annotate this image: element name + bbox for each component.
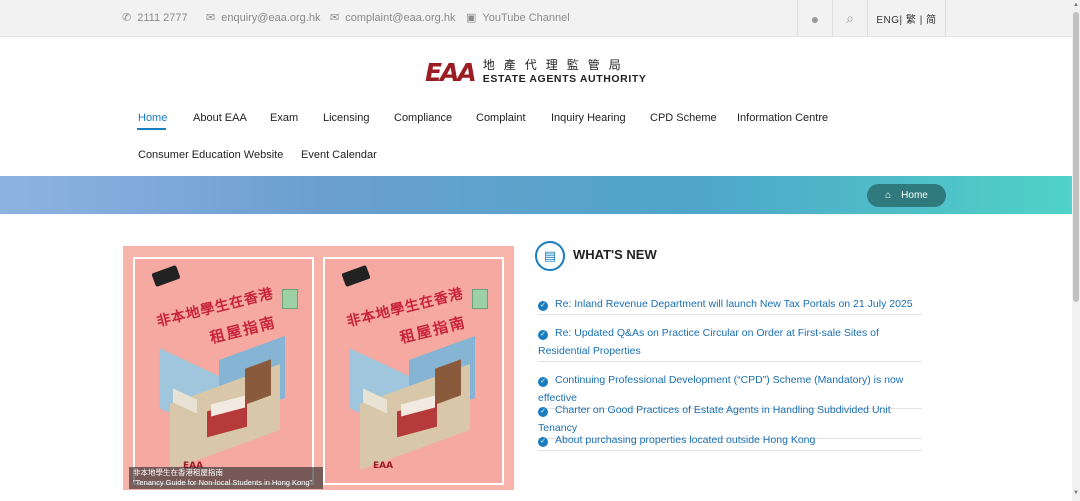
scroll-down-arrow-icon[interactable]: ▼ (1072, 490, 1080, 496)
active-nav-indicator (137, 128, 166, 130)
user-icon: ● (810, 10, 820, 27)
envelope-icon: ✉ (330, 12, 340, 24)
youtube-icon: ▣ (466, 12, 477, 24)
news-link[interactable]: About purchasing properties located outs… (555, 434, 815, 446)
complaint-email: complaint@eaa.org.hk (345, 11, 456, 24)
top-bar: ✆ 2111 2777 ✉ enquiry@eaa.org.hk ✉ compl… (0, 0, 1072, 37)
guide-poster-right: 非本地學生在香港 租屋指南 EAA (323, 257, 504, 485)
news-link[interactable]: Charter on Good Practices of Estate Agen… (538, 404, 891, 434)
caption-english: "Tenancy Guide for Non-local Students in… (133, 478, 313, 487)
scrollbar-thumb[interactable] (1073, 12, 1079, 302)
logo-text: 地產代理監管局 ESTATE AGENTS AUTHORITY (482, 58, 647, 86)
phone-number: 2111 2777 (137, 11, 188, 24)
user-button[interactable]: ● (797, 0, 832, 37)
news-item[interactable]: ✓ Re: Updated Q&As on Practice Circular o… (538, 324, 922, 362)
nav-home[interactable]: Home (138, 112, 167, 124)
check-circle-icon: ✓ (538, 301, 548, 311)
poster-logo: EAA (373, 461, 394, 471)
breadcrumb[interactable]: ⌂ Home (867, 184, 946, 207)
site-logo[interactable]: EAA 地產代理監管局 ESTATE AGENTS AUTHORITY (425, 57, 647, 87)
nav-consumer-education[interactable]: Consumer Education Website (138, 149, 283, 161)
complaint-email-link[interactable]: ✉ complaint@eaa.org.hk (330, 11, 456, 25)
check-circle-icon: ✓ (538, 407, 548, 417)
nav-exam[interactable]: Exam (270, 112, 298, 124)
home-icon: ⌂ (885, 190, 892, 201)
check-circle-icon: ✓ (538, 330, 548, 340)
check-circle-icon: ✓ (538, 377, 548, 387)
news-link[interactable]: Re: Inland Revenue Department will launc… (555, 298, 913, 310)
nav-inquiry-hearing[interactable]: Inquiry Hearing (551, 112, 626, 124)
check-circle-icon: ✓ (538, 437, 548, 447)
nav-licensing[interactable]: Licensing (323, 112, 369, 124)
nav-cpd-scheme[interactable]: CPD Scheme (650, 112, 717, 124)
graduation-cap-icon (341, 264, 371, 288)
phone-contact[interactable]: ✆ 2111 2777 (122, 11, 188, 25)
breadcrumb-home: Home (901, 190, 928, 201)
guide-poster-left: 非本地學生在香港 租屋指南 EAA (133, 257, 314, 485)
logo-english-name: ESTATE AGENTS AUTHORITY (482, 73, 647, 85)
phone-icon: ✆ (122, 12, 132, 24)
scroll-up-arrow-icon[interactable]: ▲ (1072, 2, 1080, 8)
search-icon: ⌕ (846, 10, 854, 26)
news-link[interactable]: Re: Updated Q&As on Practice Circular on… (538, 327, 879, 357)
feature-image[interactable]: 非本地學生在香港 租屋指南 EAA 非本地學生在香港 租屋指南 EAA (123, 246, 514, 490)
logo-chinese-name: 地產代理監管局 (482, 58, 630, 72)
nav-event-calendar[interactable]: Event Calendar (301, 149, 377, 161)
youtube-link[interactable]: ▣ YouTube Channel (466, 11, 570, 25)
graduation-cap-icon (151, 264, 181, 288)
enquiry-email-link[interactable]: ✉ enquiry@eaa.org.hk (206, 11, 321, 25)
news-link[interactable]: Continuing Professional Development (“CP… (538, 374, 903, 404)
news-item[interactable]: ✓ Re: Inland Revenue Department will laun… (538, 295, 922, 315)
envelope-icon: ✉ (206, 12, 216, 24)
enquiry-email: enquiry@eaa.org.hk (221, 11, 321, 24)
language-switcher[interactable]: ENG| 繁 | 简 (867, 0, 946, 37)
newspaper-icon: ▤ (535, 241, 565, 271)
news-item[interactable]: ✓ About purchasing properties located out… (538, 431, 922, 451)
book-icon (282, 289, 298, 309)
nav-compliance[interactable]: Compliance (394, 112, 452, 124)
room-illustration (155, 335, 295, 471)
youtube-label: YouTube Channel (482, 11, 570, 24)
nav-about-eaa[interactable]: About EAA (193, 112, 247, 124)
nav-information-centre[interactable]: Information Centre (737, 112, 828, 124)
whats-new-heading: WHAT'S NEW (573, 247, 657, 262)
search-button[interactable]: ⌕ (832, 0, 867, 37)
caption-chinese: 非本地學生在香港租屋指南 (133, 468, 223, 477)
nav-complaint[interactable]: Complaint (476, 112, 526, 124)
language-options[interactable]: ENG| 繁 | 简 (876, 11, 936, 26)
room-illustration (345, 335, 485, 471)
feature-caption: 非本地學生在香港租屋指南 "Tenancy Guide for Non-loca… (129, 467, 323, 489)
book-icon (472, 289, 488, 309)
eaa-logo-mark: EAA (425, 57, 477, 87)
